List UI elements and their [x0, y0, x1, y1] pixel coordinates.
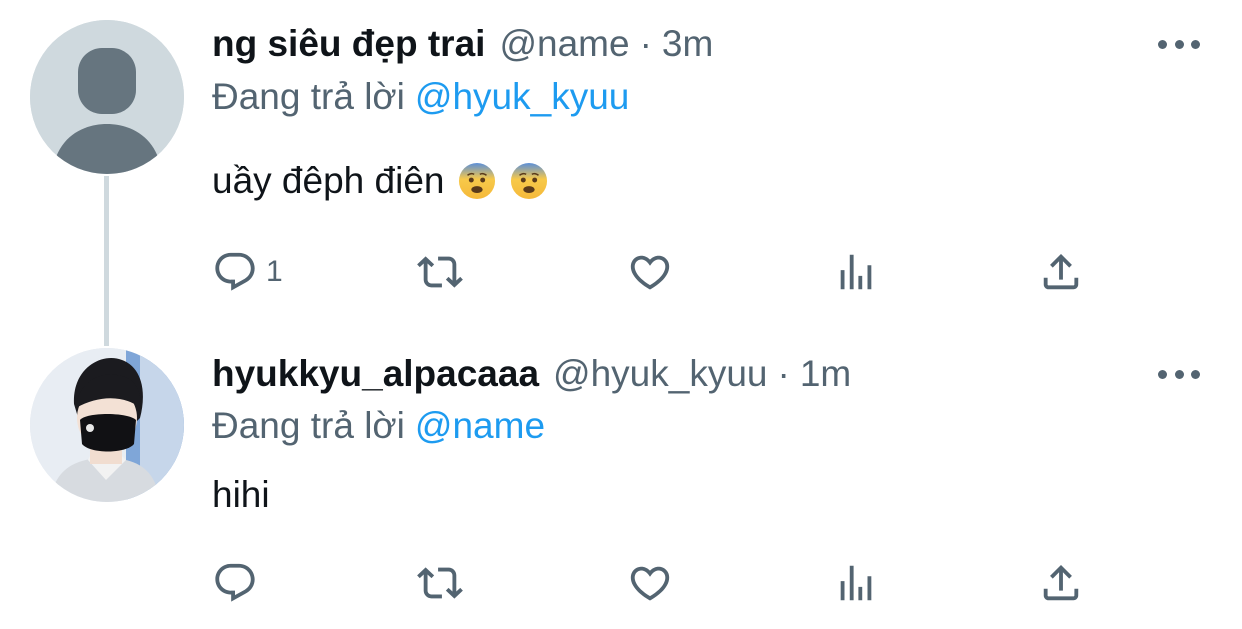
heart-icon — [630, 255, 670, 290]
reply-count: 1 — [266, 255, 283, 288]
tweet-text-content: uầy đêph điên — [212, 160, 445, 201]
replying-to: Đang trả lời @name — [212, 401, 545, 451]
views-button[interactable] — [833, 553, 879, 613]
more-dot — [1158, 39, 1167, 49]
fearful-face-emoji-icon — [510, 162, 548, 200]
share-button[interactable] — [1038, 242, 1084, 302]
heart-icon — [630, 566, 670, 601]
timestamp[interactable]: 1m — [800, 349, 851, 399]
replying-to-label: Đang trả lời — [212, 76, 405, 117]
timestamp[interactable]: 3m — [662, 19, 713, 69]
replying-to-mention[interactable]: @name — [415, 405, 545, 446]
more-dot — [1191, 369, 1200, 379]
reply-icon — [215, 563, 255, 602]
fearful-face-emoji-icon — [458, 162, 496, 200]
reply-button[interactable] — [212, 553, 266, 613]
tweet-actions: 1 — [0, 242, 1242, 302]
views-icon — [840, 565, 872, 601]
tweet-text: uầy đêph điên — [212, 156, 548, 206]
retweet-icon — [417, 567, 463, 599]
retweet-button[interactable] — [417, 553, 463, 613]
share-icon — [1043, 564, 1079, 601]
separator-dot: · — [639, 23, 652, 64]
more-dot — [1191, 39, 1200, 49]
display-name[interactable]: hyukkyu_alpacaaa — [212, 349, 539, 399]
replying-to-mention[interactable]: @hyuk_kyuu — [415, 76, 629, 117]
share-icon — [1043, 253, 1079, 290]
default-avatar-icon — [30, 20, 184, 174]
separator-dot: · — [777, 353, 790, 394]
display-name[interactable]: ng siêu đẹp trai — [212, 19, 485, 69]
profile-photo — [30, 348, 184, 502]
like-button[interactable] — [627, 242, 673, 302]
profile-avatar[interactable] — [30, 348, 184, 502]
tweet-text: hihi — [212, 470, 270, 520]
more-dot — [1174, 39, 1184, 49]
tweet-header: ng siêu đẹp trai @name · 3m — [212, 19, 713, 69]
replying-to: Đang trả lời @hyuk_kyuu — [212, 72, 629, 122]
tweet-text-content: hihi — [212, 474, 270, 515]
more-dot — [1158, 369, 1167, 379]
username-handle[interactable]: @name — [499, 19, 629, 69]
reply-icon — [215, 252, 255, 291]
default-avatar[interactable] — [30, 20, 184, 174]
tweet-header: hyukkyu_alpacaaa @hyuk_kyuu · 1m — [212, 349, 851, 399]
share-button[interactable] — [1038, 553, 1084, 613]
views-icon — [840, 254, 872, 290]
views-button[interactable] — [833, 242, 879, 302]
reply-button[interactable]: 1 — [212, 242, 283, 302]
retweet-button[interactable] — [417, 242, 463, 302]
like-button[interactable] — [627, 553, 673, 613]
retweet-icon — [417, 256, 463, 288]
more-icon[interactable] — [1158, 367, 1200, 381]
more-dot — [1174, 369, 1184, 379]
replying-to-label: Đang trả lời — [212, 405, 405, 446]
more-icon[interactable] — [1158, 37, 1200, 51]
username-handle[interactable]: @hyuk_kyuu — [553, 349, 767, 399]
tweet-actions — [0, 553, 1242, 613]
